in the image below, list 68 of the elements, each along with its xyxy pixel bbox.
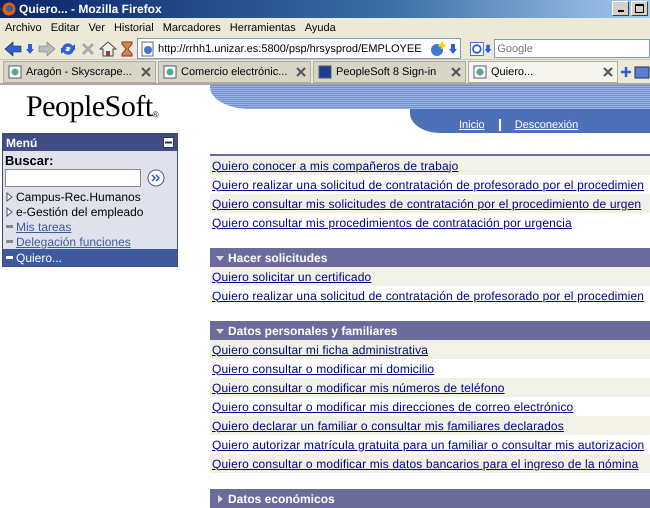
section-header[interactable]: Hacer solicitudes <box>210 248 650 267</box>
search-label: Buscar: <box>4 152 54 168</box>
menu-item[interactable]: Delegación funciones <box>3 234 177 249</box>
page-icon <box>140 40 156 57</box>
window-title: Quiero... - Mozilla Firefox <box>19 2 163 16</box>
menu-item[interactable]: Herramientas <box>230 22 296 34</box>
maximize-button[interactable] <box>631 1 648 16</box>
collapse-arrow-icon <box>216 254 224 262</box>
menu-search-field[interactable] <box>5 169 141 187</box>
action-link[interactable]: Quiero realizar una solicitud de contratación de profesorado por el procedimien <box>212 288 644 302</box>
hourglass-icon[interactable] <box>120 40 134 57</box>
add-globe-icon[interactable] <box>430 40 446 57</box>
menu-item[interactable]: Campus-Rec.Humanos <box>3 189 177 204</box>
close-icon[interactable] <box>141 66 151 77</box>
action-link[interactable]: Quiero realizar una solicitud de contratación de profesorado por el procedimien <box>212 178 644 192</box>
page-icon <box>8 64 22 79</box>
search-field[interactable]: Google <box>494 39 650 58</box>
dash-icon <box>6 256 13 259</box>
menu-item[interactable]: Quiero... <box>3 249 177 266</box>
action-link[interactable]: Quiero consultar mis procedimientos de contratación por urgencia <box>212 216 572 230</box>
back-icon[interactable] <box>4 40 22 57</box>
reload-icon[interactable] <box>59 40 77 57</box>
section-header[interactable]: Datos personales y familiares <box>210 321 650 340</box>
action-link[interactable]: Quiero consultar o modificar mi domicilio <box>212 362 434 376</box>
page-icon <box>318 64 332 79</box>
dropdown-arrow-icon[interactable] <box>448 42 458 55</box>
minimize-button[interactable] <box>612 1 629 16</box>
address-field[interactable]: http://rrhh1.unizar.es:5800/psp/hrsysprod/EMPLOYEE <box>137 38 461 60</box>
go-icon[interactable] <box>147 169 165 187</box>
dash-icon <box>6 225 13 228</box>
close-icon[interactable] <box>296 66 306 77</box>
browser-tab[interactable]: Comercio electrónic... <box>158 60 311 83</box>
menu-item[interactable]: e-Gestión del empleado <box>3 204 177 219</box>
dash-icon <box>6 240 13 243</box>
page-icon <box>163 64 177 79</box>
home-icon[interactable] <box>99 40 117 57</box>
close-icon[interactable] <box>451 66 461 77</box>
close-icon[interactable] <box>603 66 613 77</box>
maximize-icon <box>635 4 644 14</box>
browser-tab[interactable]: PeopleSoft 8 Sign-in <box>313 60 466 83</box>
forward-icon[interactable] <box>38 40 56 57</box>
menu-item[interactable]: Archivo <box>5 22 42 34</box>
header-link[interactable]: Desconexión <box>500 119 592 131</box>
menu-item[interactable]: Ayuda <box>304 22 336 34</box>
new-tab-icon[interactable] <box>620 66 632 78</box>
tab-list-icon[interactable] <box>634 64 650 79</box>
expand-arrow-icon <box>216 494 224 502</box>
collapse-arrow-icon <box>216 326 224 334</box>
menu-item[interactable]: Ver <box>88 22 105 34</box>
minimize-icon <box>618 10 624 12</box>
menu-item[interactable]: Marcadores <box>162 22 221 34</box>
page-icon <box>473 64 487 79</box>
browser-tab[interactable]: Aragón - Skyscrape... <box>3 60 156 83</box>
action-link[interactable]: Quiero autorizar matrícula gratuita para un familiar o consultar mis autorizacion <box>212 438 644 452</box>
dropdown-arrow-icon[interactable] <box>25 42 35 55</box>
registered-mark: ® <box>152 110 159 119</box>
collapse-icon[interactable] <box>163 137 174 148</box>
action-link[interactable]: Quiero consultar o modificar mis direcciones de correo electrónico <box>212 400 574 414</box>
logo: PeopleSoft <box>26 90 153 124</box>
menu-item[interactable]: Editar <box>50 22 80 34</box>
menu-title: Menú <box>6 136 38 150</box>
browser-tab[interactable]: Quiero... <box>468 60 618 83</box>
header-link[interactable]: Inicio <box>445 119 501 131</box>
google-icon[interactable] <box>470 40 492 57</box>
firefox-icon <box>2 2 16 16</box>
section-header[interactable]: Datos económicos <box>210 489 650 508</box>
menu-item[interactable]: Mis tareas <box>3 219 177 234</box>
menu-item[interactable]: Historial <box>114 22 154 34</box>
